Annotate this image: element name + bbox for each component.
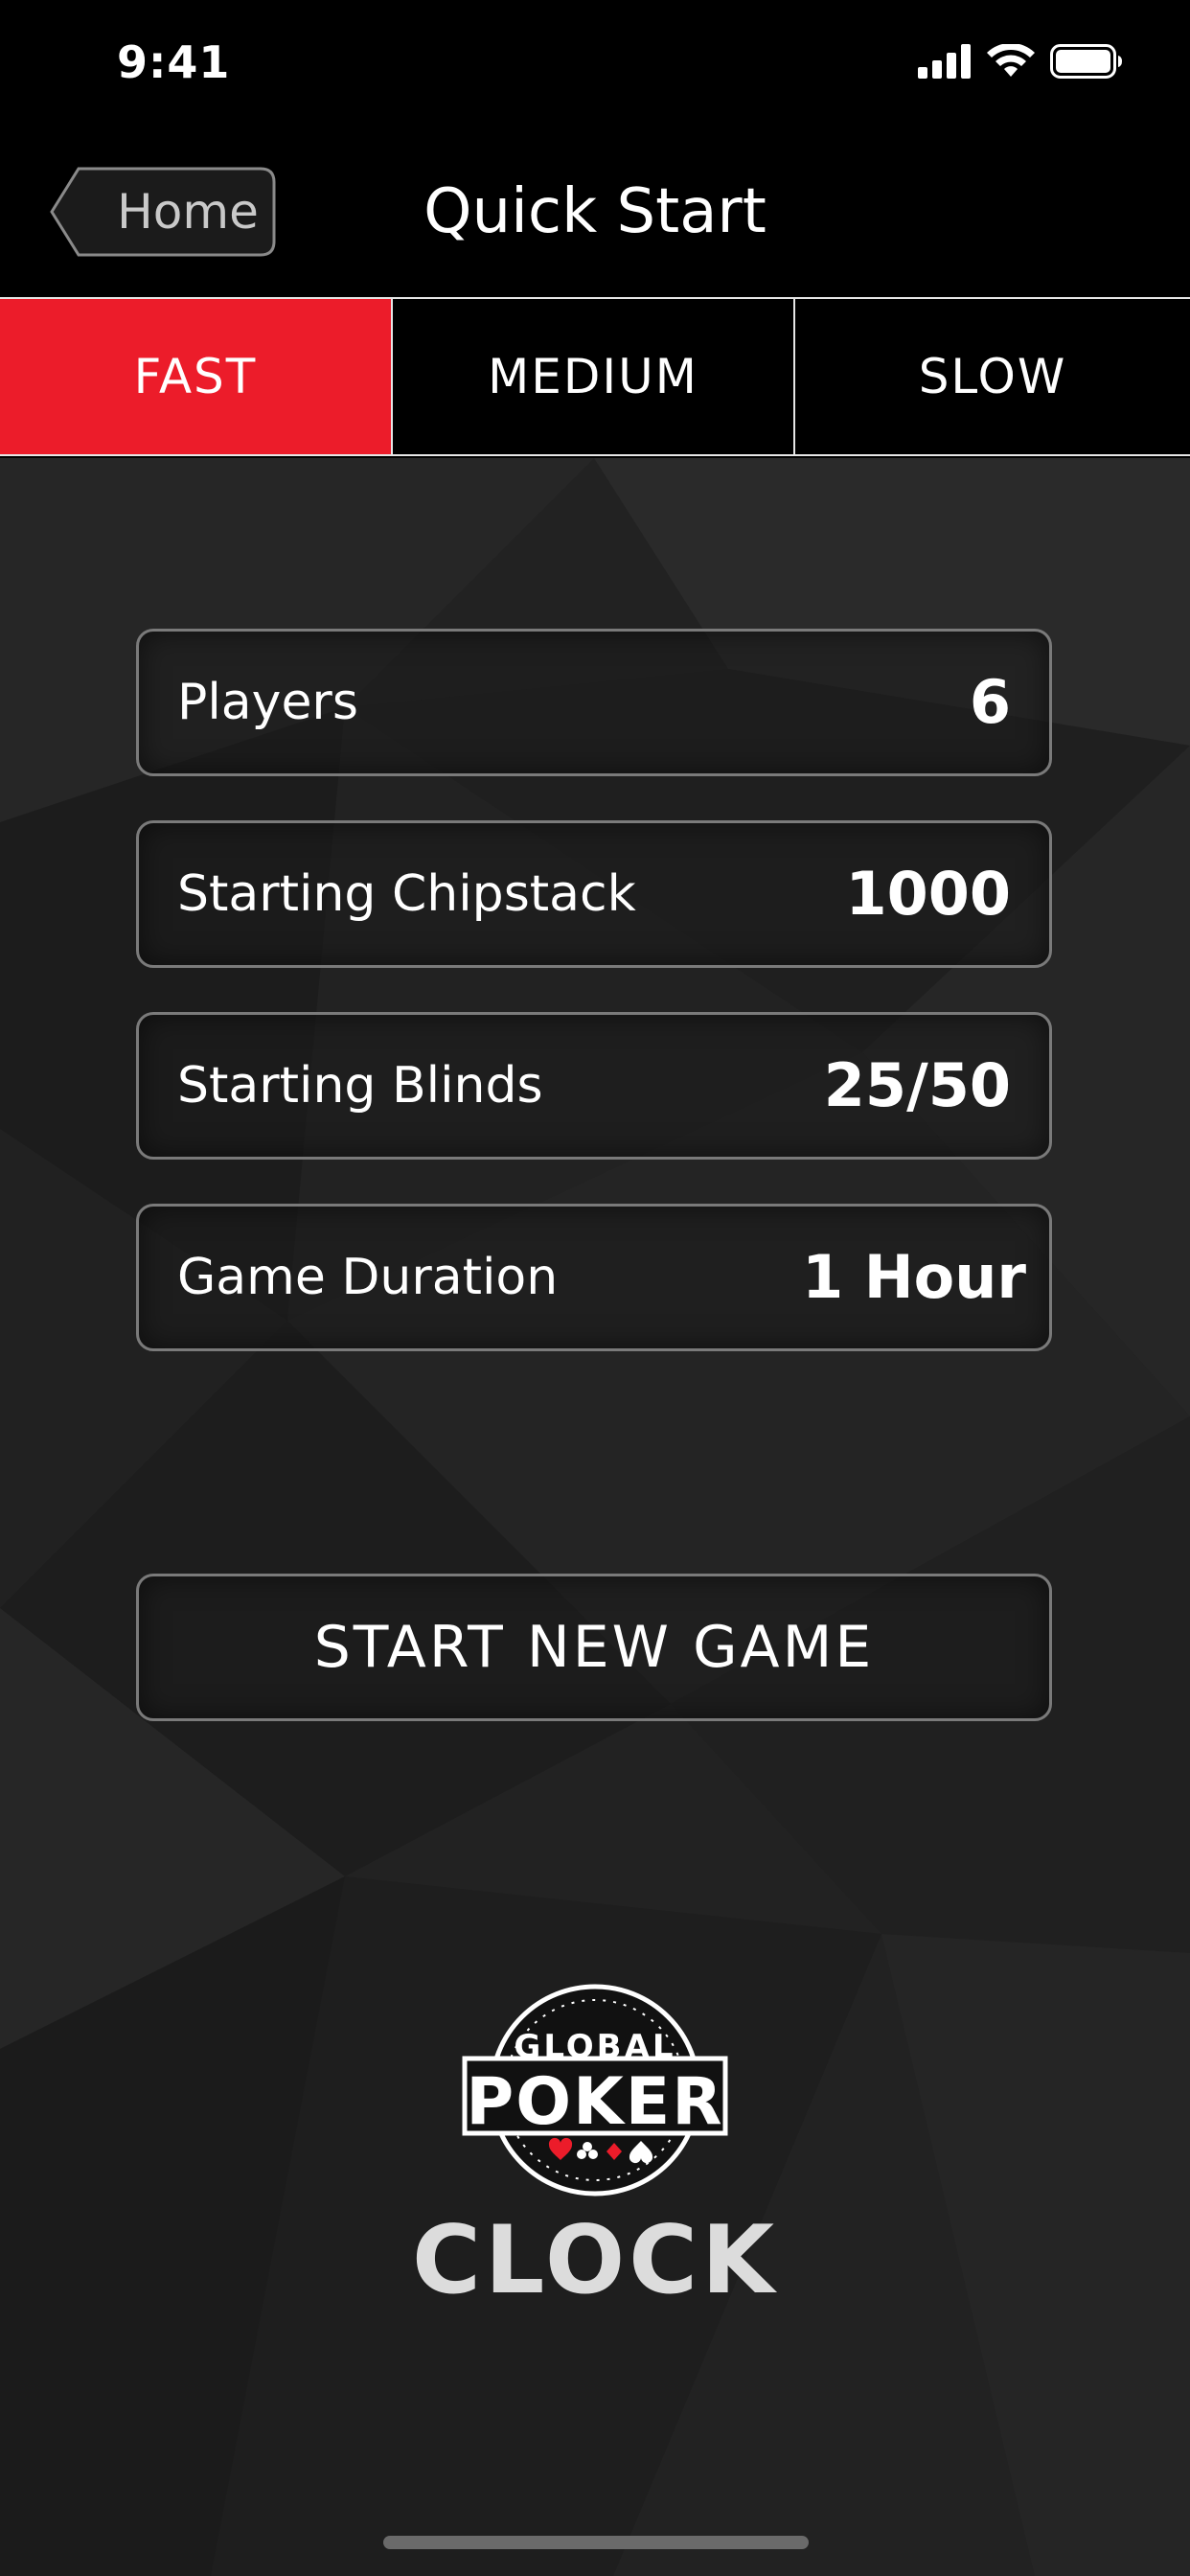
wifi-icon — [987, 44, 1035, 77]
status-bar: 9:41 — [0, 0, 1190, 134]
tab-slow[interactable]: SLOW — [795, 299, 1190, 454]
global-poker-clock-logo: GLOBAL POKER CLOCK — [403, 1982, 787, 2327]
speed-tabs: FAST MEDIUM SLOW — [0, 299, 1190, 456]
nav-bar: Home Quick Start — [0, 134, 1190, 299]
setting-starting-blinds[interactable]: Starting Blinds 25/50 — [136, 1012, 1052, 1160]
setting-starting-chipstack[interactable]: Starting Chipstack 1000 — [136, 820, 1052, 968]
tab-fast[interactable]: FAST — [0, 299, 393, 454]
home-indicator[interactable] — [383, 2536, 809, 2549]
logo-clock-text: CLOCK — [411, 2206, 779, 2315]
logo-global-text: GLOBAL — [514, 2028, 676, 2066]
setting-players[interactable]: Players 6 — [136, 629, 1052, 776]
setting-game-duration[interactable]: Game Duration 1 Hour — [136, 1204, 1052, 1351]
main-area: Players 6 Starting Chipstack 1000 Starti… — [0, 458, 1190, 2576]
logo-poker-text: POKER — [466, 2064, 724, 2140]
setting-value: 6 — [969, 667, 1011, 737]
tab-medium[interactable]: MEDIUM — [393, 299, 795, 454]
setting-label: Starting Chipstack — [177, 865, 636, 923]
page-title: Quick Start — [423, 176, 767, 247]
start-new-game-button[interactable]: START NEW GAME — [136, 1574, 1052, 1721]
setting-label: Game Duration — [177, 1249, 559, 1306]
setting-value: 1 Hour — [802, 1242, 1026, 1312]
status-time: 9:41 — [117, 36, 231, 88]
signal-icon — [918, 44, 971, 79]
setting-label: Starting Blinds — [177, 1057, 543, 1115]
setting-value: 1000 — [845, 859, 1011, 929]
battery-icon — [1050, 44, 1122, 79]
setting-value: 25/50 — [823, 1050, 1011, 1120]
setting-label: Players — [177, 674, 358, 731]
status-icons — [918, 44, 1123, 79]
